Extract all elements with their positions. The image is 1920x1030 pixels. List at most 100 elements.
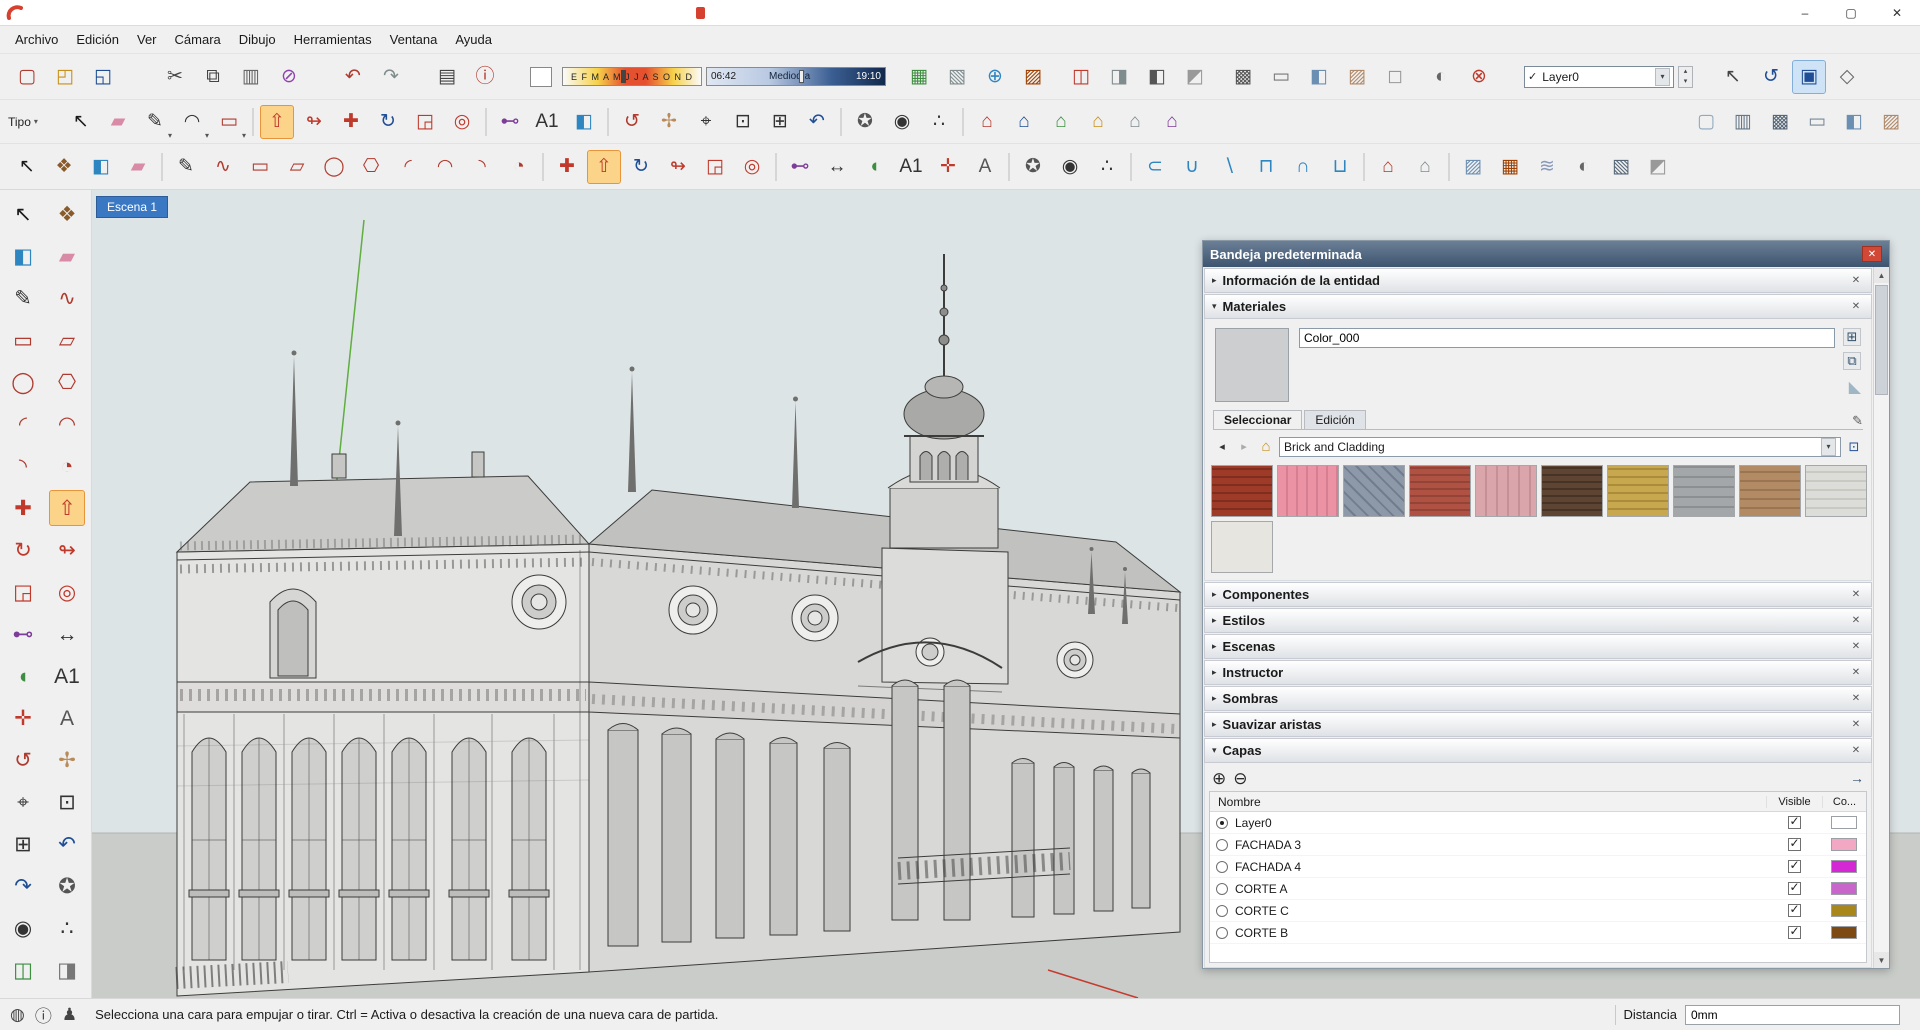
back-edges-button[interactable]: ▥ bbox=[1726, 105, 1760, 139]
section-plane-tool[interactable]: ◫ bbox=[5, 952, 41, 988]
pan-tool[interactable]: ✢ bbox=[49, 742, 85, 778]
zoom-window-button[interactable]: ⊡ bbox=[726, 105, 760, 139]
layer-color-swatch[interactable] bbox=[1831, 816, 1857, 829]
rotate-button[interactable]: ↻ bbox=[371, 105, 405, 139]
display-section-cuts-button[interactable]: ◧ bbox=[1140, 60, 1174, 94]
material-brick-dark[interactable] bbox=[1541, 465, 1603, 517]
walk-tool[interactable]: ∴ bbox=[49, 910, 85, 946]
outer-shell-button[interactable]: ⊂ bbox=[1138, 150, 1172, 184]
edit-pencil-icon[interactable]: ✎ bbox=[1852, 413, 1863, 429]
layer-radio[interactable] bbox=[1216, 861, 1228, 873]
scale-button[interactable]: ◲ bbox=[408, 105, 442, 139]
eraser-button[interactable]: ▰ bbox=[121, 150, 155, 184]
menu-camara[interactable]: Cámara bbox=[166, 27, 230, 52]
zoom-extents-tool[interactable]: ⊞ bbox=[5, 826, 41, 862]
section-estilos[interactable]: ▸ Estilos ✕ bbox=[1204, 608, 1872, 633]
previous-view-tool[interactable]: ↶ bbox=[49, 826, 85, 862]
section-close-button[interactable]: ✕ bbox=[1848, 301, 1864, 312]
previous-view-button[interactable]: ↖ bbox=[1716, 60, 1750, 94]
position-camera-button[interactable]: ✪ bbox=[848, 105, 882, 139]
open-button[interactable]: ◰ bbox=[48, 60, 82, 94]
section-close-button[interactable]: ✕ bbox=[1848, 589, 1864, 600]
new-button[interactable]: ▢ bbox=[10, 60, 44, 94]
section-close-button[interactable]: ✕ bbox=[1848, 745, 1864, 756]
menu-herramientas[interactable]: Herramientas bbox=[285, 27, 381, 52]
top-view-button[interactable]: ⌂ bbox=[1007, 105, 1041, 139]
chevron-down-icon[interactable]: ▾ bbox=[1655, 68, 1670, 86]
shadows-button[interactable]: ◐ bbox=[1567, 150, 1601, 184]
union-button[interactable]: ∪ bbox=[1175, 150, 1209, 184]
forward-button[interactable]: ▸ bbox=[1235, 438, 1253, 456]
two-point-arc-tool[interactable]: ◠ bbox=[49, 406, 85, 442]
iso-view-button[interactable]: ▣ bbox=[1792, 60, 1826, 94]
print-button[interactable]: ▤ bbox=[430, 60, 464, 94]
separator[interactable] bbox=[1130, 153, 1132, 181]
model-info-button[interactable]: ⓘ bbox=[468, 60, 502, 94]
menu-dibujo[interactable]: Dibujo bbox=[230, 27, 285, 52]
position-camera-tool[interactable]: ✪ bbox=[49, 868, 85, 904]
tray-title-bar[interactable]: Bandeja predeterminada ✕ bbox=[1203, 241, 1889, 267]
select-button[interactable]: ↖ bbox=[10, 150, 44, 184]
separator[interactable] bbox=[607, 108, 609, 136]
orbit-tool[interactable]: ↺ bbox=[5, 742, 41, 778]
tape-measure-tool[interactable]: ⊷ bbox=[5, 616, 41, 652]
material-stone-gray[interactable] bbox=[1673, 465, 1735, 517]
scrollbar-thumb[interactable] bbox=[1875, 285, 1888, 395]
select-tool[interactable]: ↖ bbox=[5, 196, 41, 232]
menu-ventana[interactable]: Ventana bbox=[381, 27, 447, 52]
section-materiales[interactable]: ▾ Materiales ✕ bbox=[1204, 294, 1872, 319]
menu-archivo[interactable]: Archivo bbox=[6, 27, 67, 52]
material-pink-pavers[interactable] bbox=[1475, 465, 1537, 517]
zoom-tool[interactable]: ⌖ bbox=[5, 784, 41, 820]
eraser-tool[interactable]: ▰ bbox=[49, 238, 85, 274]
protractor-button[interactable]: ◖ bbox=[857, 150, 891, 184]
layer-color-swatch[interactable] bbox=[1831, 926, 1857, 939]
trim-button[interactable]: ⊓ bbox=[1249, 150, 1283, 184]
move-tool[interactable]: ✚ bbox=[5, 490, 41, 526]
get-current-view-button[interactable]: ▦ bbox=[902, 60, 936, 94]
home-icon[interactable]: ⌂ bbox=[1257, 438, 1275, 456]
shadows-toggle-button[interactable]: ◐ bbox=[1424, 60, 1458, 94]
material-stone-blue[interactable] bbox=[1343, 465, 1405, 517]
look-around-button[interactable]: ◉ bbox=[885, 105, 919, 139]
section-display-tool[interactable]: ◨ bbox=[49, 952, 85, 988]
paint-bucket-tool[interactable]: ◧ bbox=[5, 238, 41, 274]
dimension-tool[interactable]: ↔ bbox=[49, 616, 85, 652]
distance-input[interactable] bbox=[1685, 1005, 1900, 1025]
split-button[interactable]: ⊔ bbox=[1323, 150, 1357, 184]
three-d-text-tool[interactable]: A bbox=[49, 700, 85, 736]
photo-textures-button[interactable]: ▨ bbox=[1016, 60, 1050, 94]
paint-bucket-button[interactable]: ◧ bbox=[567, 105, 601, 139]
follow-me-tool[interactable]: ↬ bbox=[49, 532, 85, 568]
right-view-button[interactable]: ⌂ bbox=[1081, 105, 1115, 139]
section-close-button[interactable]: ✕ bbox=[1848, 615, 1864, 626]
layer-color-swatch[interactable] bbox=[1831, 904, 1857, 917]
erase-button[interactable]: ⊘ bbox=[272, 60, 306, 94]
freehand-button[interactable]: ∿ bbox=[206, 150, 240, 184]
tape-measure-button[interactable]: ⊷ bbox=[493, 105, 527, 139]
section-suavizar-aristas[interactable]: ▸ Suavizar aristas ✕ bbox=[1204, 712, 1872, 737]
materials-browser-button[interactable]: ▦ bbox=[1493, 150, 1527, 184]
collection-detail-button[interactable]: ⊡ bbox=[1845, 438, 1863, 456]
circle-tool[interactable]: ◯ bbox=[5, 364, 41, 400]
back-button[interactable]: ◂ bbox=[1213, 438, 1231, 456]
section-instructor[interactable]: ▸ Instructor ✕ bbox=[1204, 660, 1872, 685]
style-hidden-line-button[interactable]: ▭ bbox=[1264, 60, 1298, 94]
axes-button[interactable]: ✛ bbox=[931, 150, 965, 184]
separator[interactable] bbox=[161, 153, 163, 181]
section-close-button[interactable]: ✕ bbox=[1848, 719, 1864, 730]
remove-layer-button[interactable]: ⊖ bbox=[1233, 770, 1247, 787]
layer-radio[interactable] bbox=[1216, 817, 1228, 829]
polygon-tool[interactable]: ⎔ bbox=[49, 364, 85, 400]
scale-button[interactable]: ◲ bbox=[698, 150, 732, 184]
section-close-button[interactable]: ✕ bbox=[1848, 275, 1864, 286]
layer-row[interactable]: FACHADA 4 bbox=[1210, 856, 1866, 878]
display-section-planes-button[interactable]: ◨ bbox=[1102, 60, 1136, 94]
separator[interactable] bbox=[252, 108, 254, 136]
geolocation-icon[interactable]: ◍ bbox=[10, 1005, 25, 1025]
look-around-button[interactable]: ◉ bbox=[1053, 150, 1087, 184]
layer-color-swatch[interactable] bbox=[1831, 838, 1857, 851]
intersect-button[interactable]: ∩ bbox=[1286, 150, 1320, 184]
move-button[interactable]: ✚ bbox=[334, 105, 368, 139]
text-button[interactable]: A1 bbox=[894, 150, 928, 184]
